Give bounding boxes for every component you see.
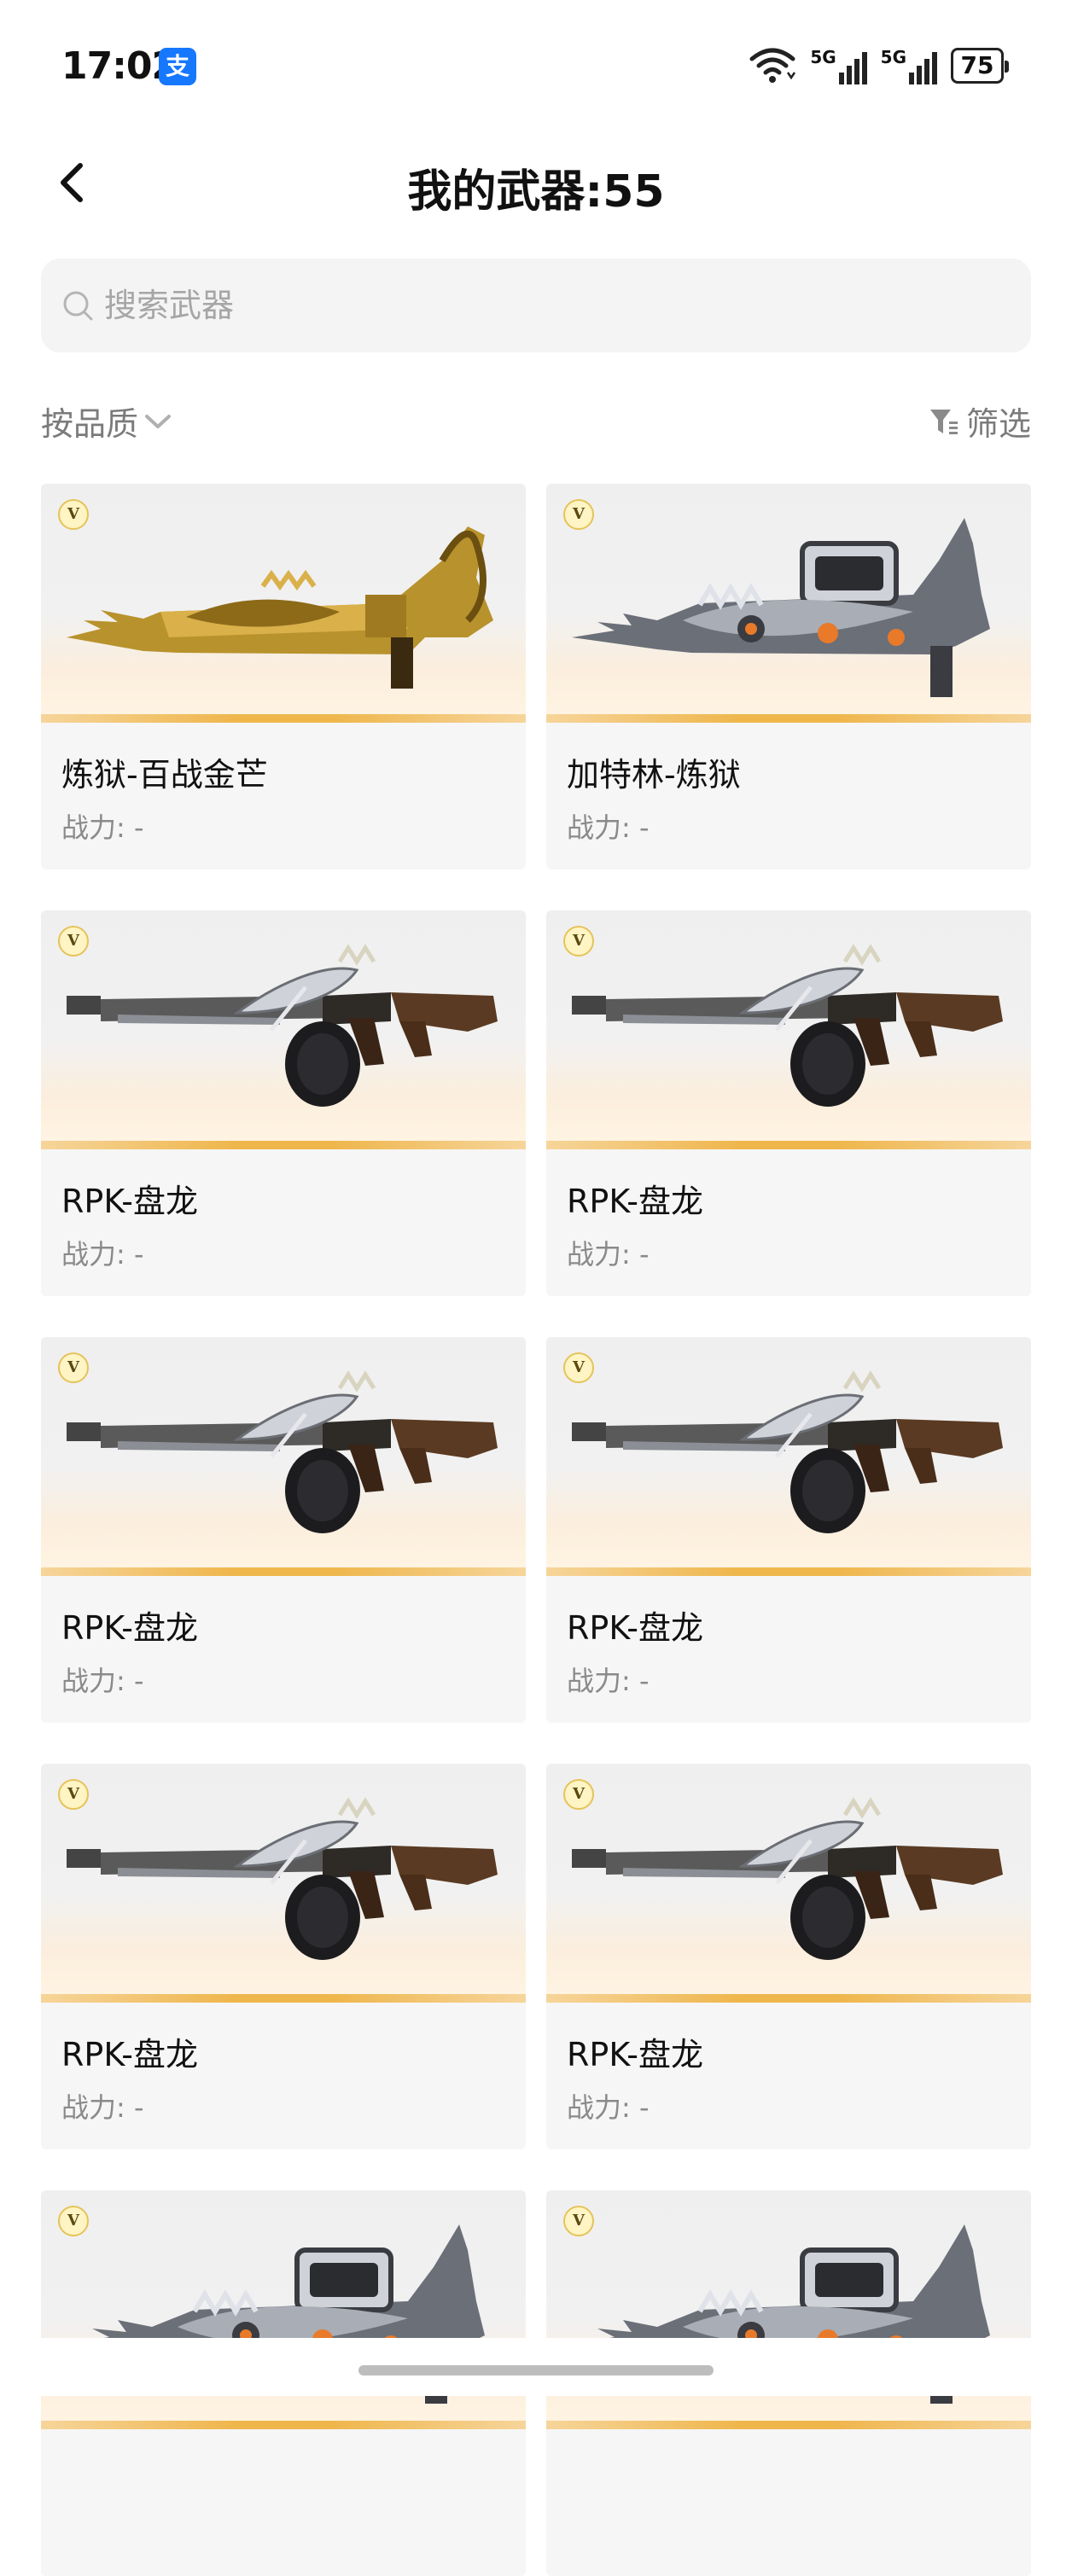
weapon-name: RPK-盘龙 [61,2036,198,2073]
page-title: 我的武器:55 [407,166,665,218]
weapon-power: 战力: - [61,1238,144,1271]
weapon-image: V [41,910,526,1149]
weapon-card[interactable]: V 加特林-炼狱 战力: - [546,484,1031,869]
weapon-card[interactable]: V RPK-盘龙 战力: - [41,1337,526,1723]
weapon-name: RPK-盘龙 [567,2036,703,2073]
weapon-image: V [546,910,1031,1149]
weapon-power: 战力: - [567,811,650,844]
status-bar: 17:02 支 5G 5G 75 [0,0,1072,128]
sort-by-quality-dropdown[interactable]: 按品质 [41,398,172,445]
rpk-rifle-icon [572,1789,1007,1986]
alipay-icon: 支 [159,48,196,85]
signal-5g-icon: 5G [810,47,867,84]
search-icon [63,291,93,321]
gatling-gold-icon [67,509,502,706]
sort-label: 按品质 [41,405,139,443]
rpk-rifle-icon [572,1363,1007,1559]
search-input[interactable] [104,259,1009,352]
battery-icon: 75 [951,48,1009,84]
weapon-power: 战力: - [567,1665,650,1697]
weapon-image: V [41,1337,526,1576]
weapon-name: RPK-盘龙 [567,1609,703,1647]
weapon-card[interactable]: V 炼狱-百战金芒 战力: - [41,484,526,869]
weapon-name: 炼狱-百战金芒 [61,756,268,794]
signal-5g-icon-2: 5G [881,47,937,84]
rpk-rifle-icon [572,936,1007,1132]
wifi-icon [749,48,796,83]
gatling-silver-icon [572,509,1007,706]
weapon-image: V [546,1337,1031,1576]
weapon-image: V [41,1764,526,2003]
weapon-image: V [546,1764,1031,2003]
weapon-card[interactable]: V RPK-盘龙 战力: - [41,1764,526,2149]
weapon-card[interactable]: V RPK-盘龙 战力: - [41,910,526,1296]
weapon-grid: V 炼狱-百战金芒 战力: - V 加特林-炼狱 战力: - V RPK-盘龙 … [41,484,1031,2576]
filter-button[interactable]: 筛选 [929,398,1031,445]
rpk-rifle-icon [67,936,502,1132]
filter-icon [929,409,958,434]
weapon-image: V [41,484,526,723]
status-icons: 5G 5G 75 [749,44,1009,87]
weapon-power: 战力: - [567,1238,650,1271]
rpk-rifle-icon [67,1789,502,1986]
search-bar[interactable] [41,259,1031,352]
weapon-name: RPK-盘龙 [61,1609,198,1647]
weapon-power: 战力: - [567,2091,650,2124]
weapon-power: 战力: - [61,811,144,844]
weapon-power: 战力: - [61,1665,144,1697]
weapon-image: V [546,484,1031,723]
chevron-down-icon [145,414,172,428]
weapon-card[interactable]: V RPK-盘龙 战力: - [546,910,1031,1296]
weapon-power: 战力: - [61,2091,144,2124]
rpk-rifle-icon [67,1363,502,1559]
weapon-card[interactable]: V RPK-盘龙 战力: - [546,1337,1031,1723]
weapon-name: 加特林-炼狱 [567,756,741,794]
weapon-name: RPK-盘龙 [567,1183,703,1220]
weapon-card[interactable]: V RPK-盘龙 战力: - [546,1764,1031,2149]
filter-label: 筛选 [965,405,1031,443]
home-indicator[interactable] [358,2365,714,2375]
weapon-name: RPK-盘龙 [61,1183,198,1220]
